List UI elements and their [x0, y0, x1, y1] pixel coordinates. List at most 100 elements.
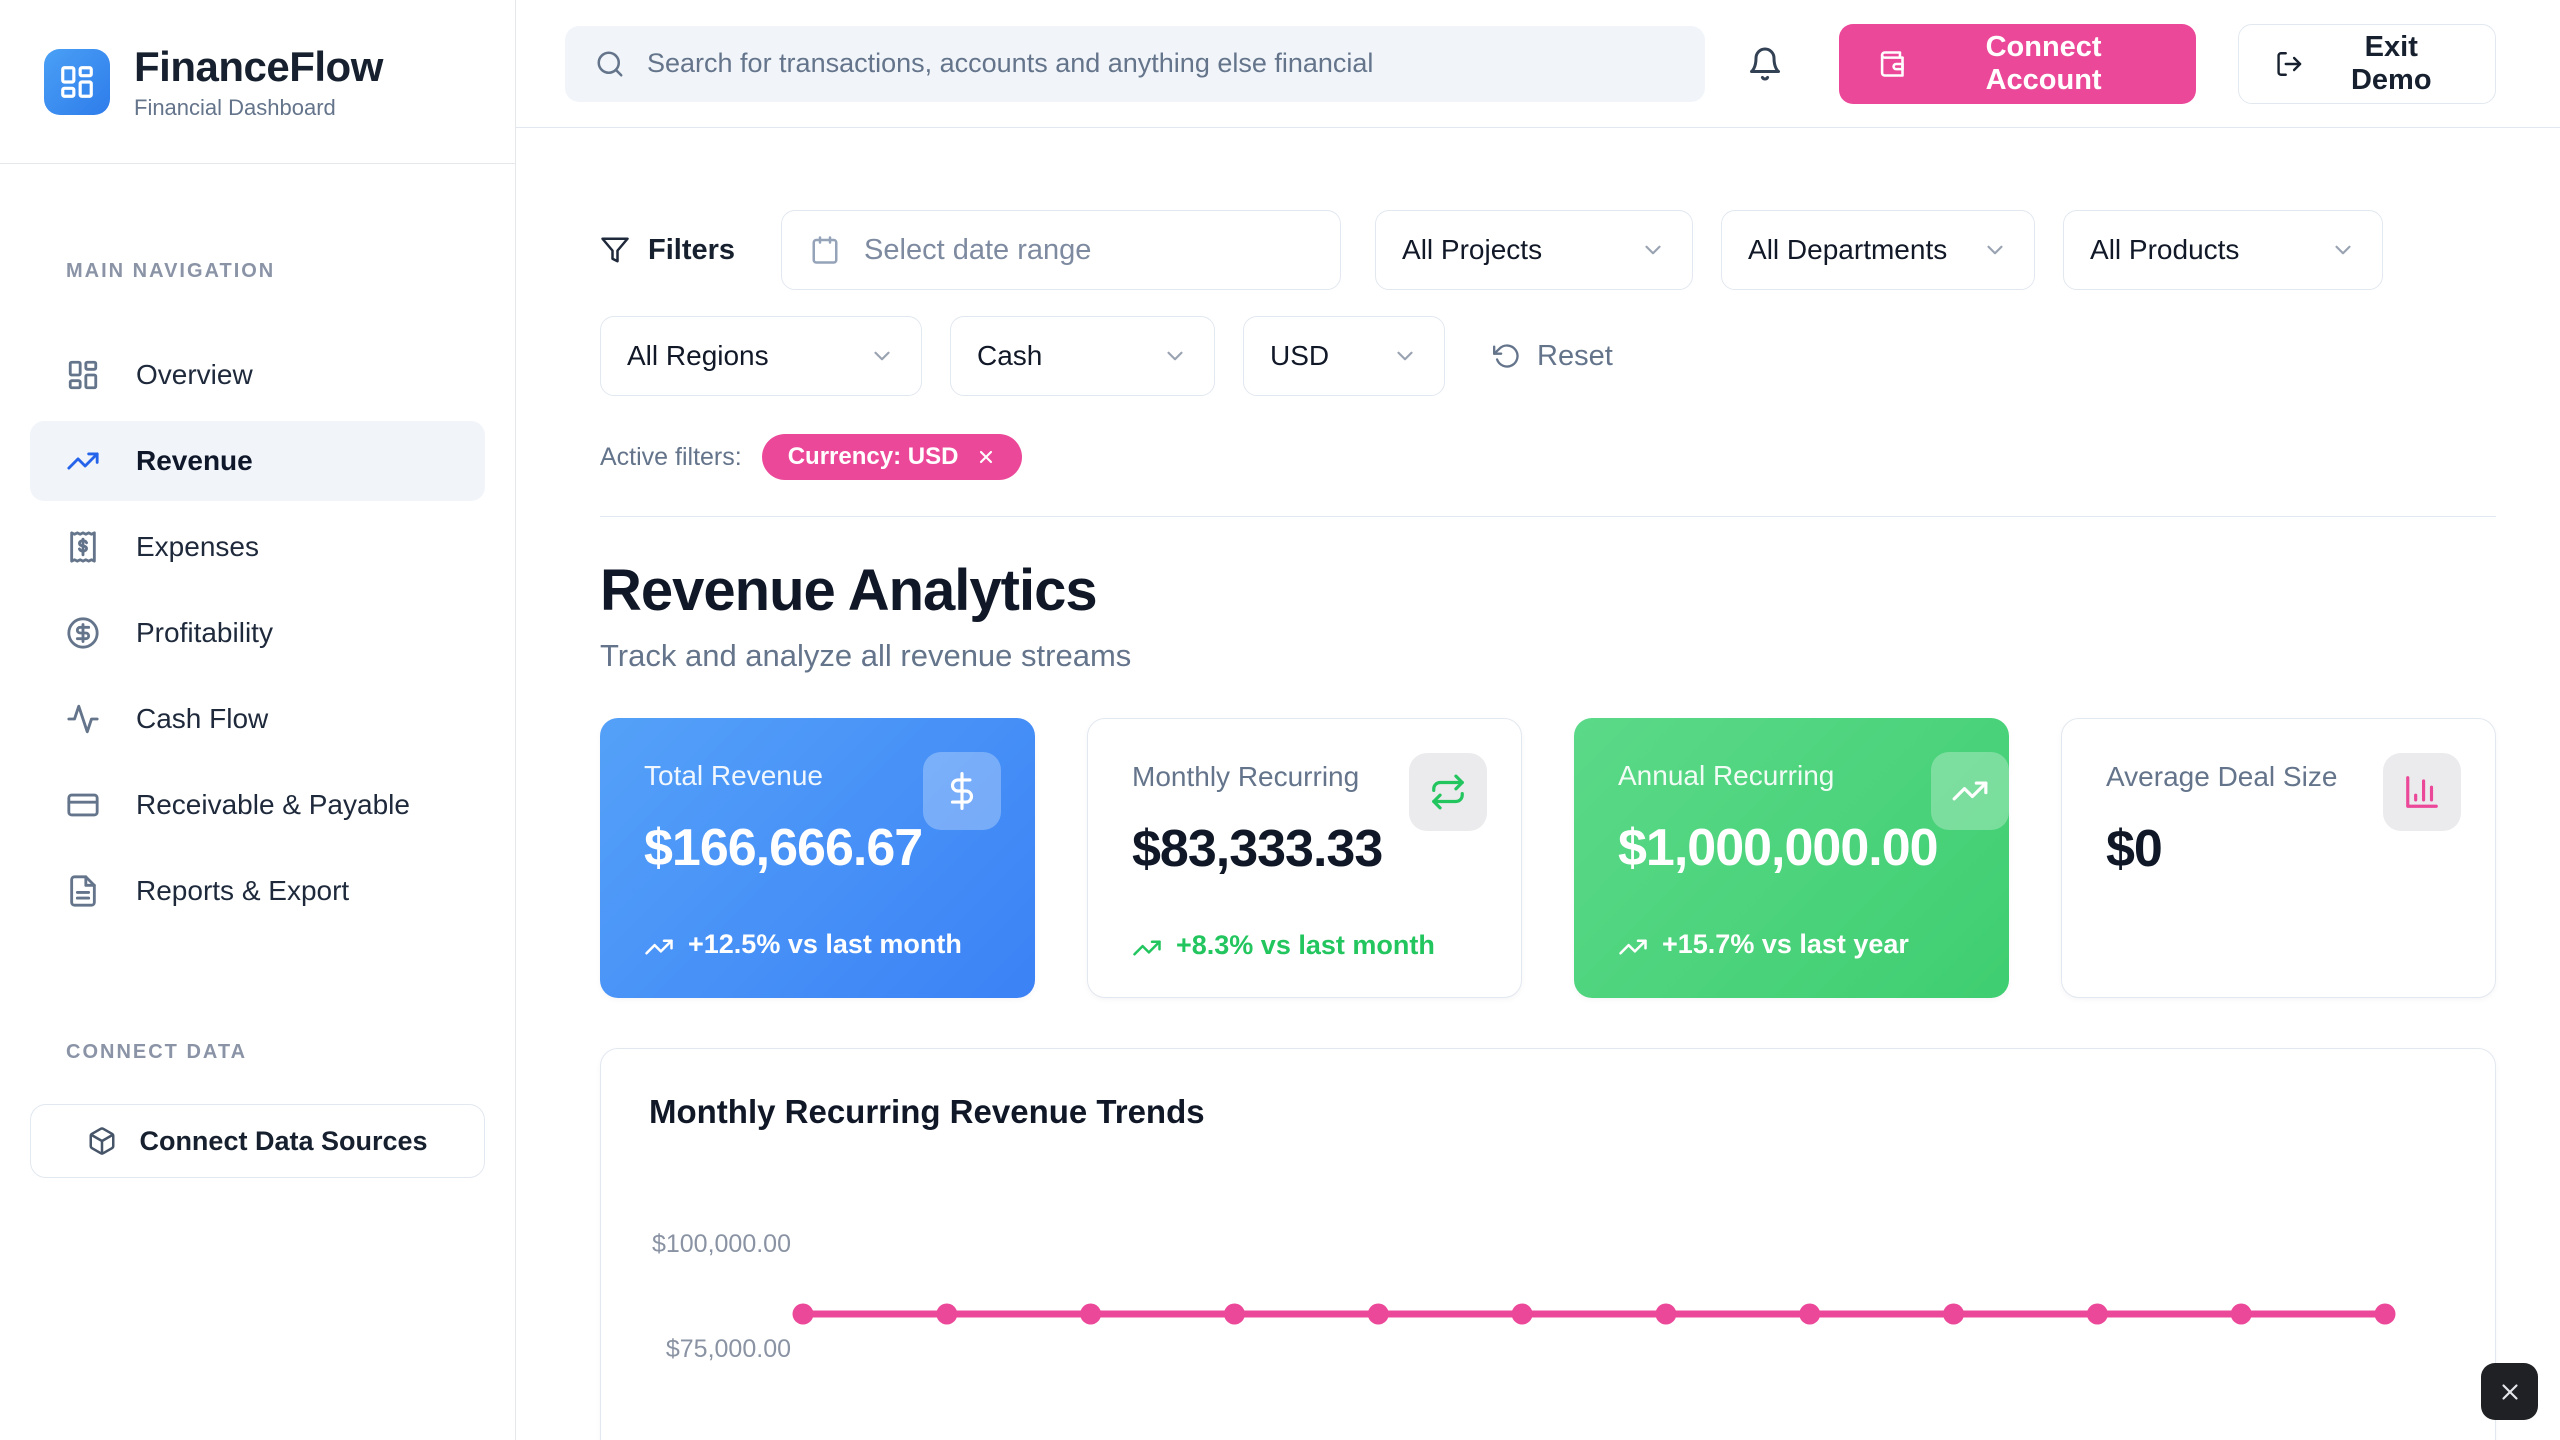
- metric-card-annual-recurring: Annual Recurring $1,000,000.00 +15.7% vs…: [1574, 718, 2009, 998]
- currency-filter-chip[interactable]: Currency: USD: [762, 434, 1023, 480]
- metric-label: Annual Recurring: [1618, 760, 1965, 792]
- metric-badge: [923, 752, 1001, 830]
- sidebar-item-profitability[interactable]: Profitability: [30, 593, 485, 673]
- main-navigation: Overview Revenue Expenses Profitabil: [0, 335, 515, 931]
- section-divider: [600, 516, 2496, 517]
- connect-account-button[interactable]: Connect Account: [1839, 24, 2196, 104]
- reset-filters-label: Reset: [1537, 340, 1613, 373]
- data-point-marker[interactable]: [1943, 1304, 1964, 1325]
- data-point-marker[interactable]: [1512, 1304, 1533, 1325]
- trending-up-icon: [1951, 772, 1989, 810]
- brand: FinanceFlow Financial Dashboard: [0, 0, 515, 164]
- search-icon: [595, 49, 625, 79]
- metric-trend: +8.3% vs last month: [1132, 927, 1462, 963]
- global-search[interactable]: [565, 26, 1705, 102]
- content-column: Connect Account Exit Demo Filters: [516, 0, 2560, 1440]
- date-range-input[interactable]: Select date range: [781, 210, 1341, 290]
- active-filters-label: Active filters:: [600, 443, 742, 472]
- main-content: Filters Select date range All Projects A…: [516, 128, 2560, 1440]
- metric-trend-text: +8.3% vs last month: [1176, 927, 1435, 963]
- sidebar-item-reports-export[interactable]: Reports & Export: [30, 851, 485, 931]
- log-out-icon: [2275, 49, 2304, 79]
- chevron-down-icon: [1162, 343, 1188, 369]
- sidebar-item-receivable-payable[interactable]: Receivable & Payable: [30, 765, 485, 845]
- data-point-marker[interactable]: [2087, 1304, 2108, 1325]
- page-subtitle: Track and analyze all revenue streams: [600, 638, 2496, 674]
- projects-dropdown[interactable]: All Projects: [1375, 210, 1693, 290]
- app-logo-icon: [44, 49, 110, 115]
- receipt-icon: [66, 530, 100, 564]
- products-dropdown[interactable]: All Products: [2063, 210, 2383, 290]
- trending-up-icon: [644, 932, 674, 962]
- calendar-icon: [810, 235, 840, 265]
- data-point-marker[interactable]: [1799, 1304, 1820, 1325]
- y-axis-tick-label: $100,000.00: [631, 1230, 791, 1258]
- metric-trend-text: +12.5% vs last month: [688, 926, 962, 962]
- data-point-marker[interactable]: [1080, 1304, 1101, 1325]
- layout-dashboard-icon: [66, 358, 100, 392]
- search-input[interactable]: [647, 48, 1675, 79]
- chevron-down-icon: [1982, 237, 2008, 263]
- regions-dropdown-value: All Regions: [627, 340, 769, 372]
- connect-account-label: Connect Account: [1929, 31, 2158, 97]
- filters-label-group: Filters: [600, 234, 735, 267]
- sidebar-item-label: Revenue: [136, 445, 253, 477]
- accounting-method-dropdown[interactable]: Cash: [950, 316, 1215, 396]
- metric-card-average-deal-size: Average Deal Size $0: [2061, 718, 2496, 998]
- chart-title: Monthly Recurring Revenue Trends: [649, 1093, 2447, 1131]
- currency-dropdown[interactable]: USD: [1243, 316, 1445, 396]
- data-point-marker[interactable]: [1655, 1304, 1676, 1325]
- regions-dropdown[interactable]: All Regions: [600, 316, 922, 396]
- metric-badge: [1409, 753, 1487, 831]
- metric-trend-text: +15.7% vs last year: [1662, 926, 1909, 962]
- mrr-trends-chart-card: Monthly Recurring Revenue Trends $100,00…: [600, 1048, 2496, 1440]
- top-bar: Connect Account Exit Demo: [516, 0, 2560, 128]
- trending-up-icon: [66, 444, 100, 478]
- products-dropdown-value: All Products: [2090, 234, 2239, 266]
- sidebar-item-revenue[interactable]: Revenue: [30, 421, 485, 501]
- sidebar-item-expenses[interactable]: Expenses: [30, 507, 485, 587]
- page-title: Revenue Analytics: [600, 557, 2496, 624]
- metric-card-total-revenue: Total Revenue $166,666.67 +12.5% vs last…: [600, 718, 1035, 998]
- trending-up-icon: [1132, 933, 1162, 963]
- app-title: FinanceFlow: [134, 43, 383, 91]
- date-range-placeholder: Select date range: [864, 234, 1091, 267]
- data-point-marker[interactable]: [793, 1304, 814, 1325]
- notifications-button[interactable]: [1747, 46, 1783, 82]
- close-icon: [2497, 1379, 2523, 1405]
- app-root: FinanceFlow Financial Dashboard MAIN NAV…: [0, 0, 2560, 1440]
- metric-badge: [2383, 753, 2461, 831]
- sidebar-item-label: Cash Flow: [136, 703, 268, 735]
- data-point-marker[interactable]: [1368, 1304, 1389, 1325]
- connect-data-sources-button[interactable]: Connect Data Sources: [30, 1104, 485, 1178]
- sidebar-item-overview[interactable]: Overview: [30, 335, 485, 415]
- metric-badge: [1931, 752, 2009, 830]
- active-filters-row: Active filters: Currency: USD: [600, 434, 2496, 480]
- departments-dropdown[interactable]: All Departments: [1721, 210, 2035, 290]
- nav-section-title: MAIN NAVIGATION: [0, 260, 515, 283]
- app-subtitle: Financial Dashboard: [134, 95, 383, 121]
- chevron-down-icon: [1640, 237, 1666, 263]
- metric-trend: +12.5% vs last month: [644, 926, 974, 962]
- data-point-marker[interactable]: [1224, 1304, 1245, 1325]
- metric-trend: +15.7% vs last year: [1618, 926, 1965, 962]
- reset-filters-button[interactable]: Reset: [1493, 340, 1613, 373]
- repeat-icon: [1429, 773, 1467, 811]
- exit-demo-button[interactable]: Exit Demo: [2238, 24, 2496, 104]
- sidebar-item-label: Profitability: [136, 617, 273, 649]
- data-point-marker[interactable]: [2375, 1304, 2396, 1325]
- metric-card-monthly-recurring: Monthly Recurring $83,333.33 +8.3% vs la…: [1087, 718, 1522, 998]
- sidebar-item-label: Overview: [136, 359, 253, 391]
- sidebar-item-cash-flow[interactable]: Cash Flow: [30, 679, 485, 759]
- data-point-marker[interactable]: [936, 1304, 957, 1325]
- bell-icon: [1747, 46, 1783, 82]
- sidebar-item-label: Expenses: [136, 531, 259, 563]
- rotate-ccw-icon: [1493, 342, 1521, 370]
- chevron-down-icon: [869, 343, 895, 369]
- metric-value: $1,000,000.00: [1618, 818, 1965, 878]
- data-point-marker[interactable]: [2231, 1304, 2252, 1325]
- dismiss-widget-button[interactable]: [2481, 1363, 2538, 1420]
- connect-data-section-title: CONNECT DATA: [0, 1041, 515, 1064]
- sidebar-item-label: Receivable & Payable: [136, 789, 410, 821]
- close-icon[interactable]: [976, 447, 996, 467]
